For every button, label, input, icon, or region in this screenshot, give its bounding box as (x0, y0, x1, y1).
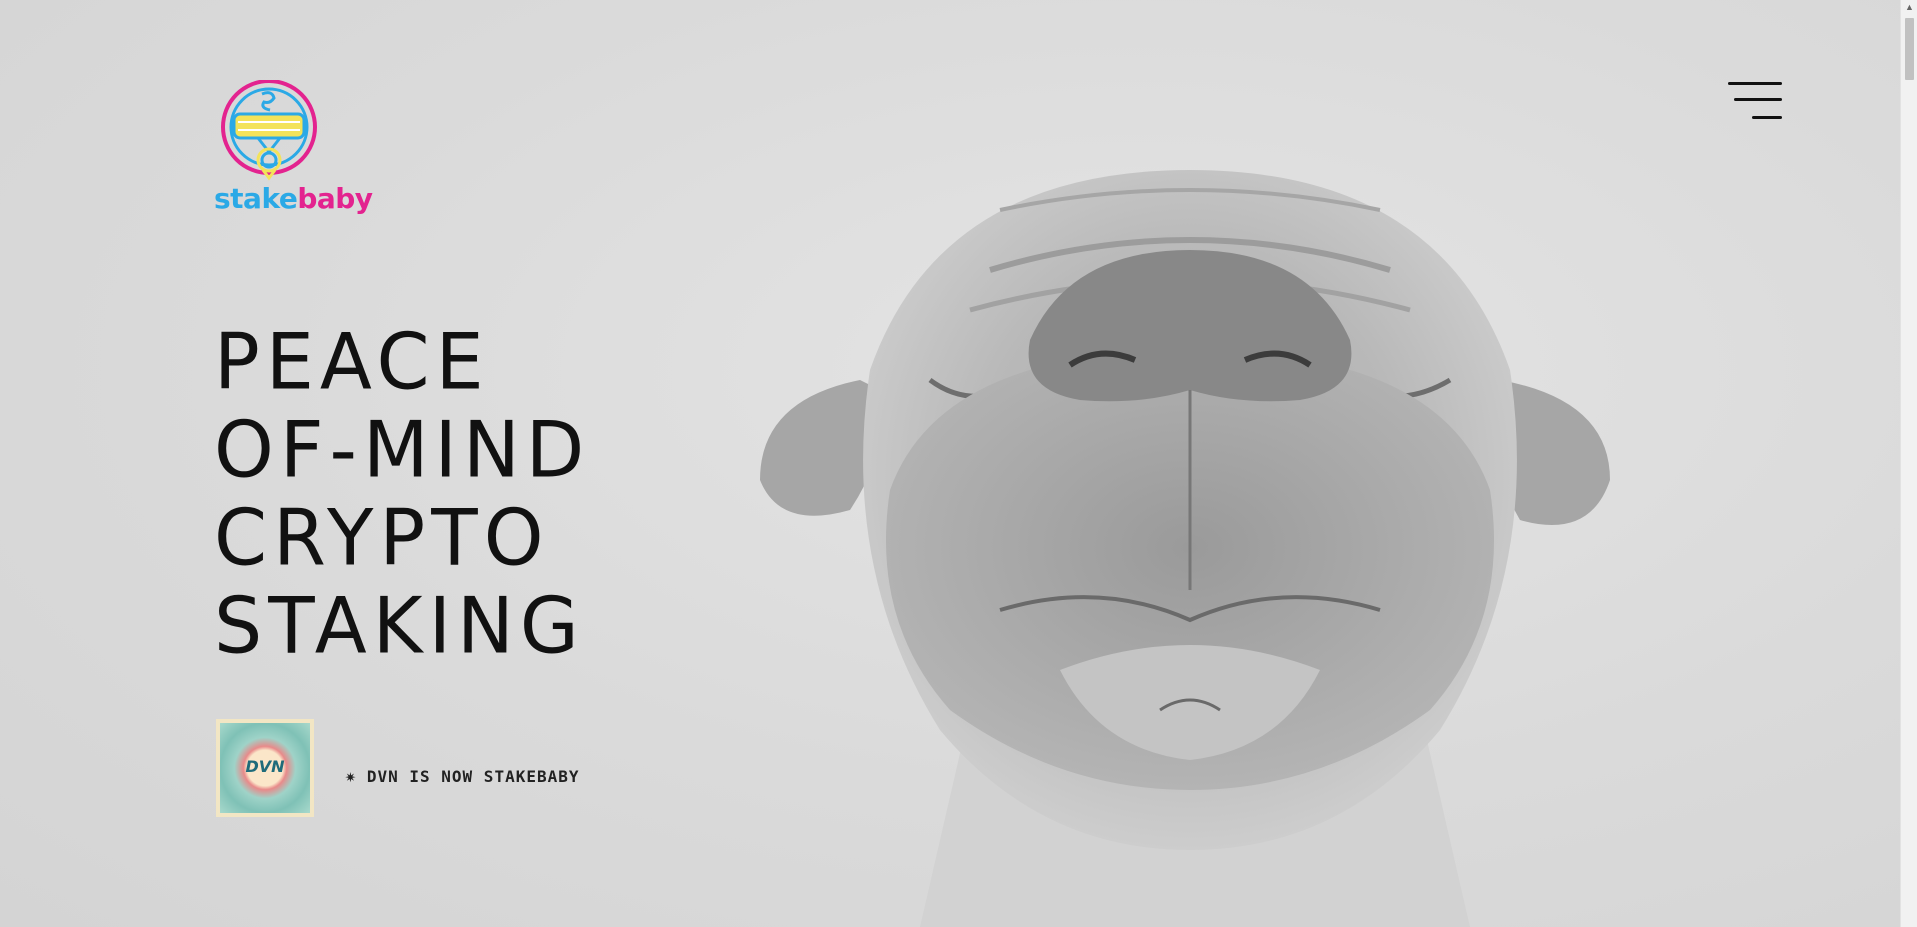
dvn-badge[interactable]: DVN (216, 719, 314, 817)
star-icon: ✷ (345, 766, 357, 787)
dvn-logo-icon: DVN (220, 723, 310, 813)
headline-line: STAKING (214, 580, 585, 671)
page-scrollbar[interactable]: ▲ (1900, 0, 1917, 927)
announcement-text: DVN IS NOW STAKEBABY (366, 767, 580, 786)
hero-headline: PEACE OF-MIND CRYPTO STAKING (214, 316, 591, 671)
scroll-up-arrow-icon[interactable]: ▲ (1905, 2, 1914, 12)
hamburger-menu-icon-line (1752, 116, 1782, 119)
landing-page: stakebaby PEACE OF-MIND CRYPTO STAKING D… (0, 0, 1900, 927)
hamburger-menu-icon-line (1734, 98, 1782, 101)
menu-button[interactable] (1726, 80, 1782, 122)
brand-part-stake: stake (214, 182, 298, 215)
dvn-badge-text: DVN (245, 757, 285, 776)
headline-line: PEACE (214, 316, 490, 407)
hamburger-menu-icon (1728, 82, 1782, 85)
announcement-link[interactable]: ✷ DVN IS NOW STAKEBABY (345, 766, 580, 787)
baby-vr-logo-icon (221, 80, 317, 181)
headline-line: OF-MIND (214, 404, 591, 495)
hero-dog-image (760, 170, 1610, 927)
scrollbar-thumb[interactable] (1905, 18, 1914, 80)
brand-part-baby: baby (297, 182, 373, 215)
headline-line: CRYPTO (214, 492, 550, 583)
brand-wordmark[interactable]: stakebaby (214, 182, 373, 215)
